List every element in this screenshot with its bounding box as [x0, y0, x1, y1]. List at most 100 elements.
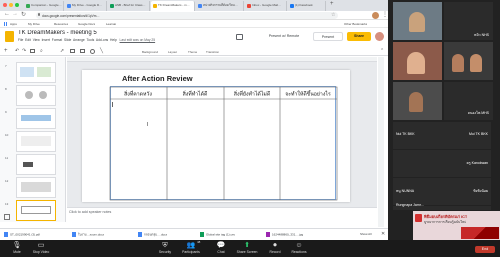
slide-thumbnail-selected[interactable]: [16, 200, 56, 221]
review-table[interactable]: สิ่งที่คาดหวัง สิ่งที่ทำได้ดี สิ่งที่ยัง…: [108, 85, 340, 203]
table-header-cell[interactable]: จะทำให้ดีขึ้นอย่างไร: [285, 90, 331, 98]
menu-item[interactable]: Slide: [64, 38, 71, 42]
grid-view-icon[interactable]: [4, 214, 10, 220]
participant-name: ครู Kanokwan: [466, 161, 488, 165]
print-icon[interactable]: [30, 49, 35, 53]
participant-tile[interactable]: หนู NUNNA ขิงขิงน้อย: [393, 178, 491, 205]
slide-thumbnail[interactable]: [16, 177, 56, 198]
layout-button[interactable]: Layout: [168, 50, 177, 54]
slide-thumbnail[interactable]: [16, 85, 56, 106]
minimize-window-dot[interactable]: [9, 3, 13, 7]
download-item[interactable]: กลอนกลุ่ม….docx: [138, 232, 167, 237]
participants-button[interactable]: 👥 Participants: [176, 241, 206, 254]
table-header-cell[interactable]: สิ่งที่ทำได้ดี: [183, 90, 208, 98]
share-button[interactable]: Share: [347, 32, 371, 41]
image-icon[interactable]: [80, 49, 85, 53]
browser-tab[interactable]: Inbox - Google Mail…: [245, 1, 287, 11]
slides-logo-icon[interactable]: [5, 31, 14, 42]
zoom-icon[interactable]: ⌕: [40, 48, 43, 54]
bookmark-item[interactable]: My Drive: [28, 22, 40, 26]
lock-icon: [38, 13, 40, 16]
menu-item[interactable]: Help: [110, 38, 117, 42]
share-screen-button[interactable]: ⬆ Share Screen: [232, 241, 262, 254]
bookmark-item[interactable]: Apps: [10, 22, 17, 26]
menu-item[interactable]: Tools: [87, 38, 95, 42]
video-person: [409, 12, 425, 32]
new-tab-icon[interactable]: +: [330, 1, 334, 7]
participant-tile[interactable]: ครู Kanokwan: [393, 150, 491, 177]
menu-item[interactable]: View: [33, 38, 40, 42]
url-input[interactable]: docs.google.com/presentation/d/1pVm…: [36, 12, 338, 19]
download-item[interactable]: ST_002199041 (3).pdf: [4, 232, 40, 237]
comment-icon[interactable]: [236, 34, 243, 40]
menu-item[interactable]: Add-ons: [96, 38, 108, 42]
participant-name: Mui TK BKK: [469, 132, 488, 136]
transition-button[interactable]: Transition: [206, 50, 219, 54]
participant-tile-video[interactable]: [393, 42, 442, 80]
menu-item[interactable]: File: [18, 38, 23, 42]
menu-item[interactable]: Insert: [42, 38, 50, 42]
vertical-scrollbar[interactable]: [378, 57, 384, 227]
menu-item[interactable]: Edit: [25, 38, 31, 42]
forward-icon[interactable]: →: [12, 11, 18, 17]
shape-icon[interactable]: [90, 49, 95, 54]
participant-tile[interactable]: หมิว NHS: [444, 2, 493, 40]
theme-button[interactable]: Theme: [188, 50, 197, 54]
last-edit-link[interactable]: Last edit was on May 25: [120, 38, 156, 42]
star-icon[interactable]: ☆: [331, 12, 335, 18]
table-header-cell[interactable]: สิ่งที่คาดหวัง: [124, 91, 152, 98]
menu-item[interactable]: Format: [52, 38, 62, 42]
bookmark-item[interactable]: Learnai: [106, 22, 116, 26]
participant-tile-video[interactable]: [393, 82, 442, 120]
textbox-icon[interactable]: [70, 49, 75, 53]
maximize-window-dot[interactable]: [15, 3, 19, 7]
browser-tab[interactable]: ASB - Brief for Class…: [108, 1, 150, 11]
download-item[interactable]: Global site tag (1).csv: [200, 232, 235, 237]
participant-tile-video[interactable]: [393, 2, 442, 40]
background-button[interactable]: Background: [142, 50, 158, 54]
collapse-toolbar-icon[interactable]: ⌃: [380, 48, 384, 54]
back-icon[interactable]: ←: [4, 11, 10, 17]
browser-tab[interactable]: (1) Facebook: [288, 1, 326, 11]
browser-tab[interactable]: หน่วยกิจกรรมที่ต้องเรียน…: [196, 1, 244, 11]
stop-video-button[interactable]: ▭ Stop Video: [26, 241, 56, 254]
show-all-button[interactable]: Show All: [360, 232, 372, 236]
table-header-cell[interactable]: สิ่งที่ยังทำได้ไม่ดี: [234, 90, 270, 98]
browser-tab-active[interactable]: TK DreamMakers - m…: [151, 1, 195, 11]
slide-thumbnail[interactable]: [16, 62, 56, 83]
bookmark-item[interactable]: Resources: [54, 22, 68, 26]
participant-tile-video[interactable]: [444, 42, 493, 80]
slide-thumbnail[interactable]: [16, 131, 56, 152]
profile-avatar[interactable]: [372, 12, 379, 19]
slide-number: 9: [5, 110, 7, 114]
participant-tile[interactable]: Nui TK BKK Mui TK BKK: [393, 122, 491, 149]
undo-icon[interactable]: ↶: [15, 48, 19, 54]
add-slide-icon[interactable]: +: [4, 48, 8, 54]
download-item[interactable]: ใบงาน…zoom.docx: [72, 232, 104, 237]
slide-thumbnail[interactable]: [16, 108, 56, 129]
reload-icon[interactable]: ↻: [21, 11, 26, 18]
browser-tab[interactable]: My Drive - Google D…: [65, 1, 107, 11]
slide-title[interactable]: After Action Review: [122, 74, 193, 83]
present-button[interactable]: Present: [313, 32, 343, 41]
user-avatar[interactable]: [375, 32, 384, 41]
browser-tab[interactable]: Companion - Google…: [24, 1, 64, 11]
redo-icon[interactable]: ↷: [22, 48, 26, 54]
line-icon[interactable]: ╲: [100, 48, 103, 54]
bookmark-item[interactable]: Google Docs: [78, 22, 95, 26]
close-window-dot[interactable]: [3, 3, 7, 7]
reactions-button[interactable]: ☺ Reactions: [284, 241, 314, 254]
close-downloads-icon[interactable]: ✕: [381, 231, 385, 237]
apps-icon[interactable]: [4, 22, 8, 26]
select-icon[interactable]: ➚: [60, 48, 64, 54]
participant-tile[interactable]: หนองโพ.MHS: [444, 82, 493, 120]
menu-item[interactable]: Arrange: [73, 38, 85, 42]
download-item[interactable]: 1624488860_331….jpg: [266, 232, 303, 237]
participant-name: หมิว NHS: [474, 33, 489, 37]
other-bookmarks[interactable]: Other Bookmarks: [344, 22, 367, 26]
end-meeting-button[interactable]: End: [475, 246, 495, 253]
doc-title[interactable]: TK DreamMakers - meeting 5: [18, 30, 97, 36]
speaker-notes[interactable]: Click to add speaker notes: [67, 207, 377, 222]
present-remote-button[interactable]: Present w/ Remote: [257, 32, 311, 41]
slide-thumbnail[interactable]: [16, 154, 56, 175]
